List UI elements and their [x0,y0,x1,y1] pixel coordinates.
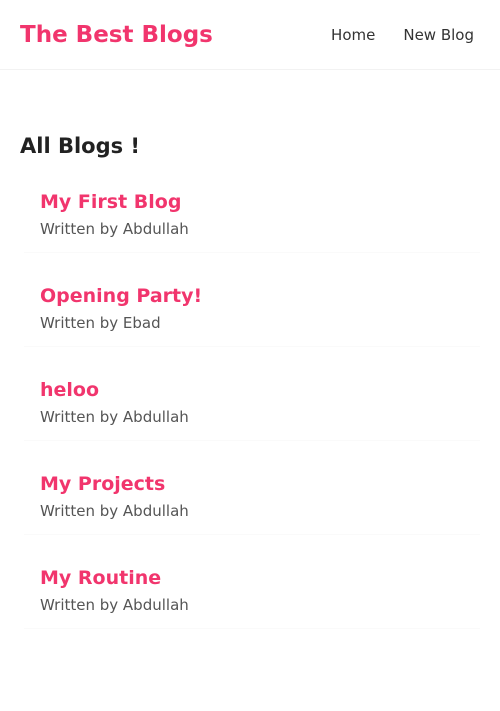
blog-preview[interactable]: My Routine Written by Abdullah [24,565,480,629]
blog-author: Written by Abdullah [40,502,189,520]
home-content: All Blogs ! My First Blog Written by Abd… [20,130,480,659]
page-title: All Blogs ! [20,134,141,158]
nav-link-new-blog[interactable]: New Blog [403,24,474,46]
blog-preview[interactable]: My Projects Written by Abdullah [24,471,480,535]
blog-title[interactable]: Opening Party! [40,283,468,309]
blog-author: Written by Abdullah [40,408,189,426]
site-brand[interactable]: The Best Blogs [20,20,213,50]
nav-link-home[interactable]: Home [331,24,375,46]
blog-preview[interactable]: heloo Written by Abdullah [24,377,480,441]
blog-title[interactable]: My Routine [40,565,468,591]
navbar: The Best Blogs Home New Blog [0,0,500,70]
blog-author: Written by Abdullah [40,220,189,238]
nav-links: Home New Blog [331,24,474,46]
blog-preview[interactable]: My First Blog Written by Abdullah [24,189,480,253]
blog-author: Written by Abdullah [40,596,189,614]
blog-preview[interactable]: Opening Party! Written by Ebad [24,283,480,347]
blog-title[interactable]: My First Blog [40,189,468,215]
blog-title[interactable]: My Projects [40,471,468,497]
blog-title[interactable]: heloo [40,377,468,403]
blog-list: My First Blog Written by Abdullah Openin… [20,189,480,629]
blog-author: Written by Ebad [40,314,161,332]
